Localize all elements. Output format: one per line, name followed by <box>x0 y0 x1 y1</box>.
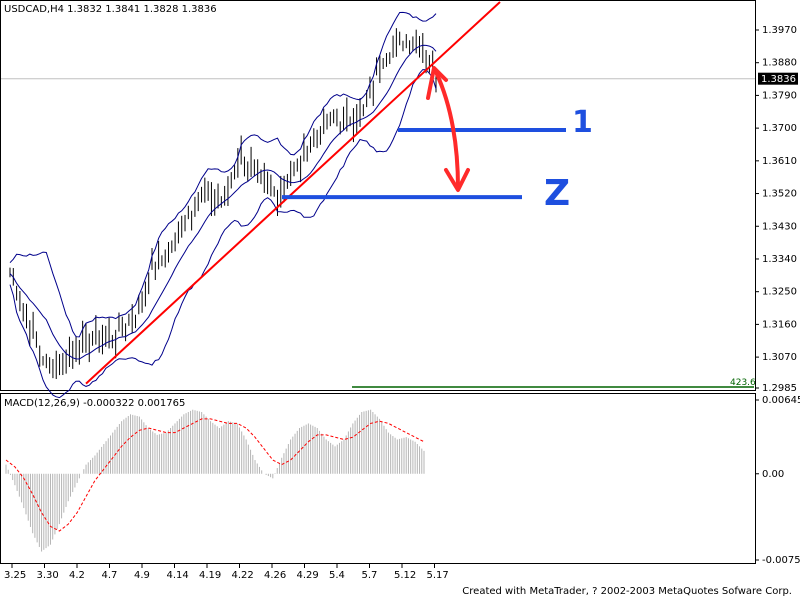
chart-svg: USDCAD,H4 1.3832 1.3841 1.3828 1.3836 MA… <box>0 0 800 581</box>
price-tick-label: 1.3970 <box>762 25 797 36</box>
price-tick-label: 1.3340 <box>762 254 797 265</box>
price-tick-label: 1.3160 <box>762 319 797 330</box>
x-tick-label: 4.22 <box>232 570 254 581</box>
price-tick-label: 1.3430 <box>762 221 797 232</box>
trendline <box>85 1 501 385</box>
x-tick-label: 4.9 <box>134 570 150 581</box>
x-tick-label: 4.14 <box>167 570 189 581</box>
x-tick-label: 5.12 <box>394 570 416 581</box>
price-tick-label: 1.3250 <box>762 287 797 298</box>
x-tick-label: 5.4 <box>329 570 345 581</box>
x-tick-label: 3.25 <box>4 570 26 581</box>
x-tick-label: 5.17 <box>427 570 449 581</box>
x-tick-label: 4.19 <box>199 570 221 581</box>
bollinger-upper <box>9 11 437 338</box>
price-tick-label: 1.2985 <box>762 383 797 394</box>
price-tick-label: 1.3610 <box>762 156 797 167</box>
price-tick-label: 1.3070 <box>762 352 797 363</box>
chart-window: USDCAD,H4 1.3832 1.3841 1.3828 1.3836 MA… <box>0 0 800 600</box>
footer-credit: Created with MetaTrader, ? 2002-2003 Met… <box>462 586 792 597</box>
current-price-label: 1.3836 <box>761 74 796 85</box>
price-tick-label: 1.3520 <box>762 189 797 200</box>
price-tick-label: 1.3700 <box>762 123 797 134</box>
level-1-label: 1 <box>572 105 593 140</box>
x-tick-label: 4.2 <box>69 570 85 581</box>
macd-tick-label: -0.00754 <box>762 555 800 566</box>
macd-panel-frame <box>0 393 756 564</box>
macd-tick-label: 0.00 <box>762 469 784 480</box>
bollinger-middle <box>9 44 437 360</box>
x-tick-label: 4.29 <box>297 570 319 581</box>
x-tick-label: 4.26 <box>264 570 286 581</box>
x-tick-label: 4.7 <box>102 570 118 581</box>
macd-layer <box>5 409 425 552</box>
x-tick-label: 3.30 <box>37 570 59 581</box>
x-tick-label: 5.7 <box>362 570 378 581</box>
annotation-layer: 1Z 423.6 <box>85 1 756 388</box>
level-2-label: Z <box>544 173 570 214</box>
symbol-header: USDCAD,H4 1.3832 1.3841 1.3828 1.3836 <box>4 4 217 15</box>
axis-layer: 1.3970 1.3880 1.3790 1.3700 1.3610 1.3520 1.34… <box>4 25 800 581</box>
green-level-label: 423.6 <box>730 378 756 388</box>
macd-tick-label: 0.00645 <box>762 395 800 406</box>
price-layer <box>1 11 755 399</box>
price-tick-label: 1.3880 <box>762 58 797 69</box>
price-tick-label: 1.3790 <box>762 90 797 101</box>
macd-header: MACD(12,26,9) -0.000322 0.001765 <box>4 398 185 409</box>
